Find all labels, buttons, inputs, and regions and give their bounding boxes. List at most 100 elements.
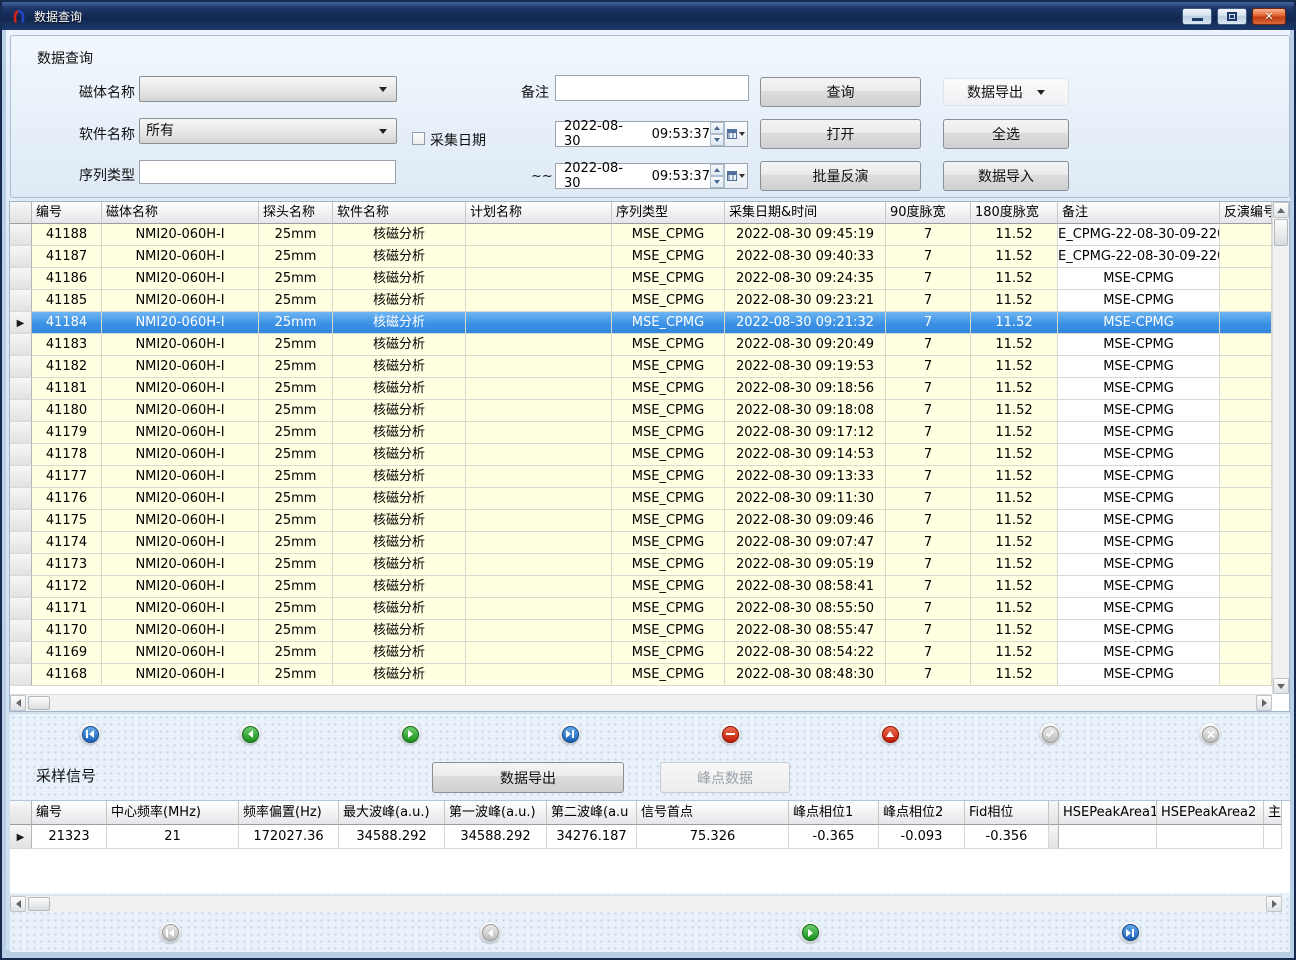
vertical-scrollbar[interactable] xyxy=(1272,202,1289,694)
scroll-right-button[interactable] xyxy=(1256,695,1272,711)
row-selector-cell xyxy=(10,356,32,378)
table-row[interactable]: 41179NMI20-060H-I25mm核磁分析MSE_CPMG2022-08… xyxy=(10,422,1272,444)
nav-delete-button[interactable] xyxy=(719,723,741,745)
cell: 11.52 xyxy=(971,444,1058,466)
row-selector-cell xyxy=(10,422,32,444)
minimize-icon xyxy=(1192,18,1203,21)
table-row[interactable]: 41180NMI20-060H-I25mm核磁分析MSE_CPMG2022-08… xyxy=(10,400,1272,422)
table-row[interactable]: 41169NMI20-060H-I25mm核磁分析MSE_CPMG2022-08… xyxy=(10,642,1272,664)
nav-edit-button[interactable] xyxy=(879,723,901,745)
nav-prev-button[interactable] xyxy=(239,723,261,745)
cell: 7 xyxy=(886,224,971,246)
table-row[interactable]: 41171NMI20-060H-I25mm核磁分析MSE_CPMG2022-08… xyxy=(10,598,1272,620)
batch-inversion-button[interactable]: 批量反演 xyxy=(760,161,921,191)
cell: 7 xyxy=(886,510,971,532)
scroll-down-icon xyxy=(1277,684,1285,689)
table-row[interactable]: 41173NMI20-060H-I25mm核磁分析MSE_CPMG2022-08… xyxy=(10,554,1272,576)
table-row[interactable]: 41188NMI20-060H-I25mm核磁分析MSE_CPMG2022-08… xyxy=(10,224,1272,246)
cell: 核磁分析 xyxy=(333,664,466,686)
table-row[interactable]: 41182NMI20-060H-I25mm核磁分析MSE_CPMG2022-08… xyxy=(10,356,1272,378)
cell: 11.52 xyxy=(971,642,1058,664)
table-row[interactable]: 41172NMI20-060H-I25mm核磁分析MSE_CPMG2022-08… xyxy=(10,576,1272,598)
table-row[interactable]: 41177NMI20-060H-I25mm核磁分析MSE_CPMG2022-08… xyxy=(10,466,1272,488)
signal-data-export-button[interactable]: 数据导出 xyxy=(432,762,624,793)
table-row[interactable]: 41176NMI20-060H-I25mm核磁分析MSE_CPMG2022-08… xyxy=(10,488,1272,510)
spin-up-button[interactable] xyxy=(710,164,724,176)
table-row[interactable]: 41168NMI20-060H-I25mm核磁分析MSE_CPMG2022-08… xyxy=(10,664,1272,686)
table-row[interactable]: 41181NMI20-060H-I25mm核磁分析MSE_CPMG2022-08… xyxy=(10,378,1272,400)
cell: 172027.36 xyxy=(239,825,339,849)
scroll-right-button[interactable] xyxy=(1266,896,1282,912)
table-header: 编号磁体名称探头名称软件名称计划名称序列类型采集日期&时间90度脉宽180度脉宽… xyxy=(10,202,1272,224)
horizontal-scrollbar-bottom[interactable] xyxy=(10,895,1282,912)
cell: MSE-CPMG xyxy=(1058,510,1220,532)
table-row[interactable]: 41170NMI20-060H-I25mm核磁分析MSE_CPMG2022-08… xyxy=(10,620,1272,642)
cell: 核磁分析 xyxy=(333,268,466,290)
select-all-button[interactable]: 全选 xyxy=(943,119,1069,149)
cell: 2022-08-30 09:21:32 xyxy=(725,312,886,334)
horizontal-scrollbar[interactable] xyxy=(10,694,1272,711)
software-name-combobox[interactable]: 所有 xyxy=(139,118,397,144)
cell: NMI20-060H-I xyxy=(102,620,259,642)
data-import-button[interactable]: 数据导入 xyxy=(943,161,1069,191)
nav-next-button[interactable] xyxy=(399,723,421,745)
scroll-left-button[interactable] xyxy=(10,896,26,912)
spin-down-button[interactable] xyxy=(710,134,724,146)
table-row[interactable]: ▶41184NMI20-060H-I25mm核磁分析MSE_CPMG2022-0… xyxy=(10,312,1272,334)
sequence-type-input[interactable] xyxy=(139,160,396,184)
cell: NMI20-060H-I xyxy=(102,356,259,378)
calendar-dropdown-button[interactable] xyxy=(724,164,747,188)
scrollbar-thumb[interactable] xyxy=(1274,219,1288,246)
collect-date-label: 采集日期 xyxy=(430,130,486,150)
table-row[interactable]: 41183NMI20-060H-I25mm核磁分析MSE_CPMG2022-08… xyxy=(10,334,1272,356)
scroll-right-icon xyxy=(1272,900,1277,908)
magnet-name-combobox[interactable] xyxy=(139,76,397,102)
spin-down-button[interactable] xyxy=(710,176,724,188)
maximize-button[interactable] xyxy=(1217,8,1247,25)
cell: 2022-08-30 08:58:41 xyxy=(725,576,886,598)
chevron-down-icon xyxy=(739,174,745,178)
cell: 7 xyxy=(886,400,971,422)
cell: MSE_CPMG xyxy=(612,642,725,664)
cell xyxy=(466,510,612,532)
open-button[interactable]: 打开 xyxy=(760,119,921,149)
row-selector-cell xyxy=(10,466,32,488)
cell: 41169 xyxy=(32,642,102,664)
date-to-picker[interactable]: 2022-08-30 09:53:37 xyxy=(555,163,748,189)
close-button[interactable]: ✕ xyxy=(1252,8,1286,25)
cell: 41188 xyxy=(32,224,102,246)
nav-first-button[interactable] xyxy=(79,723,101,745)
nav-last-button[interactable] xyxy=(1119,922,1141,944)
record-navigator-top xyxy=(10,713,1290,755)
cell: NMI20-060H-I xyxy=(102,510,259,532)
table-row[interactable]: 41185NMI20-060H-I25mm核磁分析MSE_CPMG2022-08… xyxy=(10,290,1272,312)
table-row[interactable]: 41175NMI20-060H-I25mm核磁分析MSE_CPMG2022-08… xyxy=(10,510,1272,532)
cell: 7 xyxy=(886,290,971,312)
scroll-down-button[interactable] xyxy=(1273,678,1289,694)
table-row[interactable]: 41186NMI20-060H-I25mm核磁分析MSE_CPMG2022-08… xyxy=(10,268,1272,290)
scroll-up-button[interactable] xyxy=(1273,202,1289,218)
data-export-dropdown-button[interactable]: 数据导出 xyxy=(943,78,1069,106)
query-button[interactable]: 查询 xyxy=(760,77,921,107)
cell xyxy=(1220,510,1272,532)
collect-date-checkbox[interactable] xyxy=(412,132,425,145)
minimize-button[interactable] xyxy=(1182,8,1212,25)
date-from-picker[interactable]: 2022-08-30 09:53:37 xyxy=(555,121,748,147)
nav-last-button[interactable] xyxy=(559,723,581,745)
cell xyxy=(1220,664,1272,686)
scrollbar-thumb[interactable] xyxy=(28,897,50,911)
scrollbar-thumb[interactable] xyxy=(28,696,50,710)
table-row[interactable]: 41174NMI20-060H-I25mm核磁分析MSE_CPMG2022-08… xyxy=(10,532,1272,554)
scroll-left-button[interactable] xyxy=(10,695,26,711)
title-bar[interactable]: 数据查询 ✕ xyxy=(2,2,1294,30)
nav-next-button[interactable] xyxy=(799,922,821,944)
table-row[interactable]: ▶2132321172027.3634588.29234588.29234276… xyxy=(10,825,1290,849)
date-to-time: 09:53:37 xyxy=(652,169,710,184)
spin-up-button[interactable] xyxy=(710,122,724,134)
table-row[interactable]: 41187NMI20-060H-I25mm核磁分析MSE_CPMG2022-08… xyxy=(10,246,1272,268)
table-row[interactable]: 41178NMI20-060H-I25mm核磁分析MSE_CPMG2022-08… xyxy=(10,444,1272,466)
remark-input[interactable] xyxy=(555,75,749,101)
cell: 25mm xyxy=(259,554,333,576)
cell: MSE_CPMG xyxy=(612,290,725,312)
calendar-dropdown-button[interactable] xyxy=(724,122,747,146)
